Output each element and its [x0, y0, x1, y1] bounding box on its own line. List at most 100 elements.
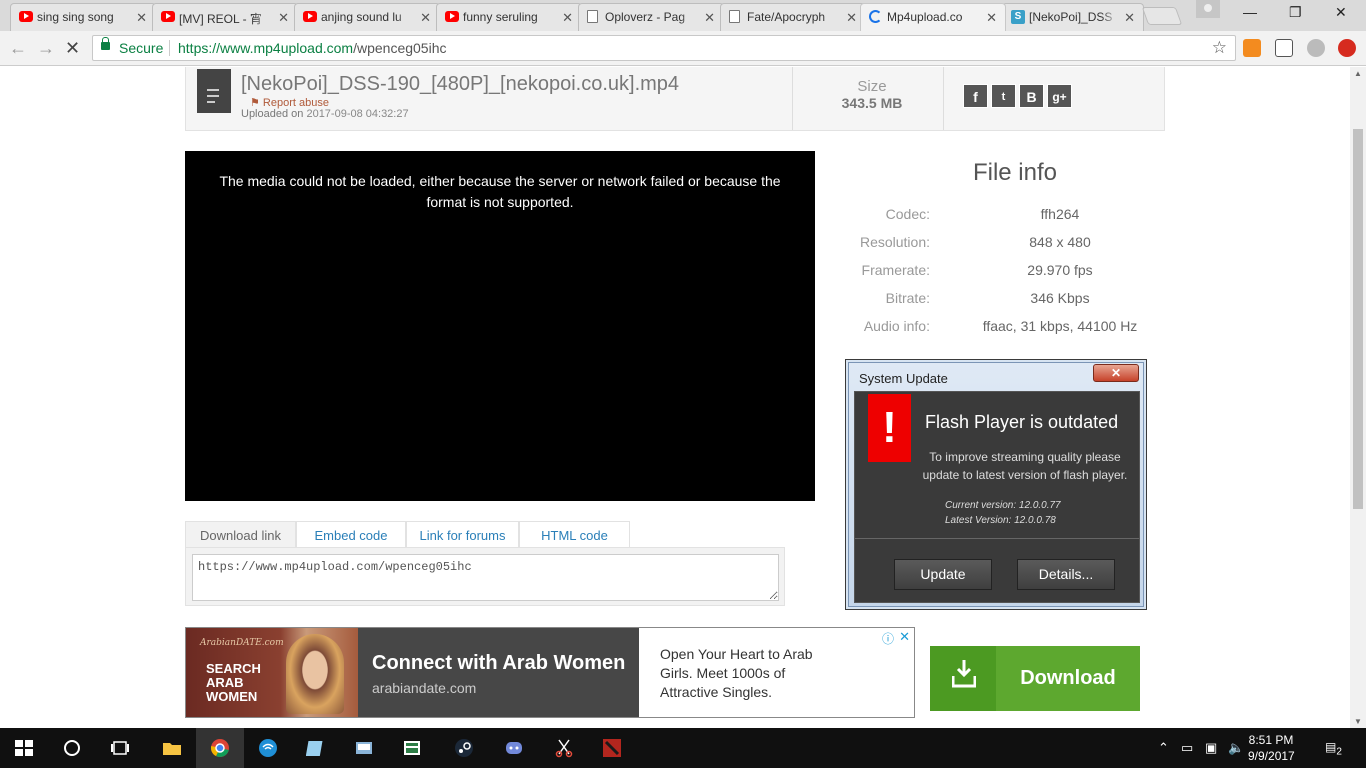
close-icon[interactable]: ✕: [136, 10, 147, 26]
close-icon[interactable]: ✕: [1124, 10, 1135, 26]
tab-download-link[interactable]: Download link: [185, 521, 296, 549]
info-value: 29.970 fps: [1027, 262, 1093, 278]
video-player[interactable]: The media could not be loaded, either be…: [185, 151, 815, 501]
close-icon[interactable]: ✕: [562, 10, 573, 26]
cortana-button[interactable]: [48, 728, 96, 768]
blogger-share-icon[interactable]: B: [1019, 84, 1044, 108]
file-name: [NekoPoi]_DSS-190_[480P]_[nekopoi.co.uk]…: [241, 73, 680, 95]
ad-info-icon[interactable]: ⓘ: [882, 630, 894, 647]
info-value: 848 x 480: [1029, 234, 1091, 250]
download-button[interactable]: Download: [930, 646, 1140, 711]
dota2-button[interactable]: [588, 728, 636, 768]
ad-image-line: SEARCH: [206, 661, 261, 676]
stop-loading-icon[interactable]: ✕: [65, 38, 80, 59]
facebook-share-icon[interactable]: f: [963, 84, 988, 108]
browser-tab[interactable]: anjing sound lu ✕: [294, 3, 440, 31]
update-button[interactable]: Update: [894, 559, 992, 590]
forward-arrow-icon[interactable]: →: [37, 38, 55, 59]
document-viewer-icon: [404, 741, 420, 755]
volume-icon[interactable]: 🔈: [1228, 740, 1244, 756]
system-clock[interactable]: 8:51 PM 9/9/2017: [1248, 732, 1295, 764]
extension-icon[interactable]: [1338, 39, 1356, 57]
restore-icon[interactable]: ❐: [1289, 4, 1302, 21]
ad-photo: [286, 634, 344, 714]
url-text[interactable]: https://www.mp4upload.com/wpenceg05ihc: [178, 40, 447, 56]
start-button[interactable]: [0, 728, 48, 768]
bookmark-star-icon[interactable]: ☆: [1212, 38, 1227, 58]
control-panel-button[interactable]: [340, 728, 388, 768]
info-value: ffaac, 31 kbps, 44100 Hz: [982, 318, 1138, 334]
wifi-app-button[interactable]: [244, 728, 292, 768]
browser-tab[interactable]: S [NekoPoi]_DSS ✕: [1002, 3, 1144, 31]
scrollbar-thumb[interactable]: [1353, 129, 1363, 509]
current-version: Current version: 12.0.0.77: [945, 500, 1061, 511]
close-icon[interactable]: ✕: [704, 10, 715, 26]
twitter-share-icon[interactable]: t: [991, 84, 1016, 108]
window-close-icon[interactable]: ✕: [1335, 4, 1347, 21]
tab-label: Mp4upload.co: [887, 10, 963, 24]
browser-tab[interactable]: Fate/Apocryph ✕: [720, 3, 866, 31]
extension-icon[interactable]: [1243, 39, 1261, 57]
action-center-icon[interactable]: ▤2: [1325, 740, 1342, 757]
youtube-icon: [445, 11, 459, 22]
tray-expand-icon[interactable]: ⌃: [1158, 740, 1169, 756]
new-tab-button[interactable]: [1141, 7, 1183, 25]
steam-button[interactable]: [440, 728, 488, 768]
advertisement[interactable]: ArabianDATE.com SEARCH ARAB WOMEN Connec…: [185, 627, 915, 718]
close-icon[interactable]: ✕: [278, 10, 289, 26]
extension-icon[interactable]: [1307, 39, 1325, 57]
dota2-icon: [603, 739, 621, 757]
dialog-text: To improve streaming quality please upda…: [922, 450, 1128, 482]
link-tabs: Download link Embed code Link for forums…: [185, 521, 630, 549]
document-viewer-button[interactable]: [388, 728, 436, 768]
info-key: Bitrate:: [885, 290, 930, 306]
ad-headline-panel: Connect with Arab Women arabiandate.com: [358, 628, 639, 717]
page-scrollbar[interactable]: ▲ ▼: [1350, 67, 1366, 728]
tab-link-for-forums[interactable]: Link for forums: [406, 521, 519, 549]
link-textarea[interactable]: [192, 554, 779, 601]
ad-close-icon[interactable]: ✕: [899, 629, 910, 645]
browser-tab-strip: sing sing song ✕ [MV] REOL - 宵 ✕ anjing …: [0, 0, 1366, 31]
tab-embed-code[interactable]: Embed code: [296, 521, 406, 549]
lock-icon: [101, 37, 110, 50]
tab-label: sing sing song: [37, 10, 114, 24]
browser-tab[interactable]: sing sing song ✕: [10, 3, 156, 31]
warning-icon: !: [868, 394, 911, 462]
minimize-icon[interactable]: —: [1243, 4, 1257, 20]
back-arrow-icon[interactable]: ←: [9, 38, 27, 59]
size-value: 343.5 MB: [841, 95, 903, 111]
ad-image: ArabianDATE.com SEARCH ARAB WOMEN: [186, 628, 358, 717]
snipping-tool-button[interactable]: [540, 728, 588, 768]
task-view-button[interactable]: [96, 728, 144, 768]
profile-icon[interactable]: [1196, 0, 1220, 18]
file-explorer-button[interactable]: [148, 728, 196, 768]
browser-tab-active[interactable]: Mp4upload.co ✕: [860, 3, 1006, 31]
browser-tab[interactable]: [MV] REOL - 宵 ✕: [152, 3, 298, 31]
extension-icon[interactable]: [1275, 39, 1293, 57]
address-bar[interactable]: Secure https://www.mp4upload.com/wpenceg…: [92, 35, 1236, 61]
tab-label: Oploverz - Pag: [605, 10, 686, 24]
folder-icon: [163, 743, 181, 755]
googleplus-share-icon[interactable]: g+: [1047, 84, 1072, 108]
tab-label: funny seruling: [463, 10, 538, 24]
chrome-taskbar-button[interactable]: [196, 728, 244, 768]
download-icon: [930, 646, 996, 711]
link-box: [185, 547, 785, 606]
language-icon[interactable]: ▣: [1205, 740, 1217, 756]
close-icon[interactable]: ✕: [846, 10, 857, 26]
dialog-close-button[interactable]: ✕: [1093, 364, 1139, 382]
dialog-frame: System Update ✕ ! Flash Player is outdat…: [848, 362, 1144, 607]
browser-tab[interactable]: Oploverz - Pag ✕: [578, 3, 724, 31]
details-button[interactable]: Details...: [1017, 559, 1115, 590]
info-value: ffh264: [1040, 206, 1080, 222]
browser-tab[interactable]: funny seruling ✕: [436, 3, 582, 31]
info-key: Resolution:: [859, 234, 930, 250]
network-icon[interactable]: ▭: [1181, 740, 1193, 756]
discord-button[interactable]: [490, 728, 538, 768]
scroll-down-icon[interactable]: ▼: [1354, 717, 1362, 726]
scroll-up-icon[interactable]: ▲: [1354, 69, 1362, 78]
tab-html-code[interactable]: HTML code: [519, 521, 630, 549]
close-icon[interactable]: ✕: [986, 10, 997, 26]
close-icon[interactable]: ✕: [420, 10, 431, 26]
notepad-button[interactable]: [292, 728, 340, 768]
